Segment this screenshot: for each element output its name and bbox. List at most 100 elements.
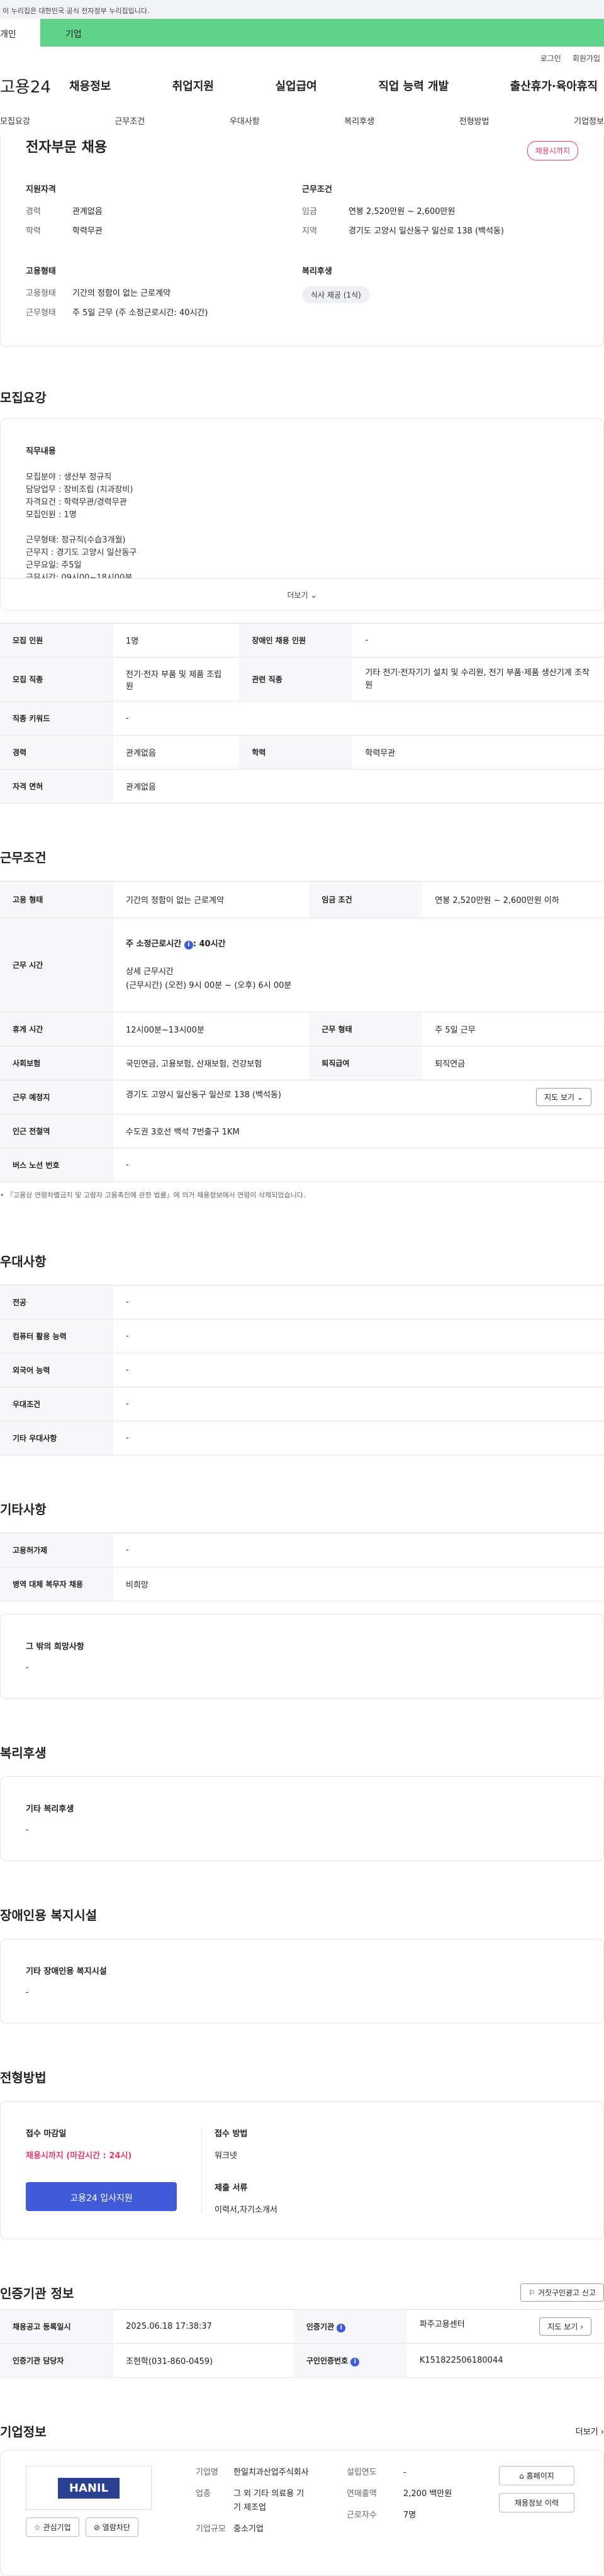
info-icon[interactable]: i	[337, 2323, 346, 2332]
cell-header: 학력	[239, 735, 353, 770]
docs-heading: 제출 서류	[215, 2183, 248, 2193]
table-row: 고용허가제 -	[0, 1533, 604, 1567]
section-heading: 인증기관 정보	[0, 2286, 74, 2301]
section-heading: 우대사항	[0, 1254, 47, 1269]
table-row: 모집 인원 1명 장애인 채용 인원 -	[0, 623, 604, 658]
nav-training[interactable]: 직업 능력 개발	[378, 77, 449, 94]
tab-recruit[interactable]: 모집요강	[0, 115, 30, 126]
chevron-right-icon: ›	[580, 2322, 583, 2331]
cond-heading: 근무조건	[302, 185, 332, 194]
cell: 조현학(031-860-0459)	[113, 2343, 294, 2378]
desc-line: 근무지 : 경기도 고양시 일산동구	[26, 548, 137, 557]
tab-company[interactable]: 기업정보	[574, 115, 604, 126]
cell-header: 병역 대체 복무자 채용	[0, 1567, 113, 1601]
info-icon[interactable]: i	[350, 2357, 360, 2366]
home-icon: ⌂	[519, 2472, 524, 2480]
work-table: 고용 형태 기간의 정함이 없는 근로계약 임금 조건 연봉 2,520만원 ~ 2…	[0, 881, 604, 1182]
value: 중소기업	[233, 2524, 264, 2534]
benefit-value: -	[26, 1825, 29, 1835]
tab-benefit[interactable]: 복리후생	[344, 115, 374, 126]
site-logo[interactable]: 고용24	[0, 74, 69, 98]
weekly-hours-value: : 40시간	[193, 939, 226, 949]
age-note: • 『고용상 연령차별금지 및 고령자 고용촉진에 관한 법률』에 의거 채용정…	[0, 1191, 306, 1199]
tab-individual[interactable]: 개인	[0, 19, 40, 47]
job-title: 전자부문 채용	[26, 140, 108, 155]
cell: -	[113, 1353, 604, 1387]
cell-header: 근무 형태	[309, 1012, 423, 1046]
detail-hours-label: 상세 근무시간	[126, 966, 174, 977]
nav-unemployment-benefit[interactable]: 실업급여	[276, 77, 317, 94]
main-nav: 고용24 채용정보 취업지원 실업급여 직업 능력 개발 출산휴가·육아휴직	[0, 67, 604, 104]
fav-button[interactable]: ☆ 관심기업	[26, 2517, 79, 2537]
nav-employment-support[interactable]: 취업지원	[172, 77, 214, 94]
cell-header: 장애인 채용 인원	[239, 623, 353, 658]
table-row: 휴게 시간 12시00분~13시00분 근무 형태 주 5일 근무	[0, 1012, 604, 1046]
apply-button[interactable]: 고용24 입사지원	[26, 2182, 177, 2211]
cell: 국민연금, 고용보험, 산재보험, 건강보험	[113, 1046, 310, 1080]
join-link[interactable]: 회원가입	[573, 53, 600, 67]
map-button[interactable]: 지도 보기 ›	[539, 2317, 591, 2336]
tab-corporate[interactable]: 기업	[40, 19, 604, 47]
cell: 관계없음	[113, 735, 240, 770]
summary-card: 전자부문 채용 채용시까지 지원자격 경력 관계없음 학력 학력무관 고용형태 고용…	[0, 136, 604, 347]
cell: 기타 전기·전자기기 설치 및 수리원, 전기 부품·제품 생산기계 조작원	[352, 657, 604, 702]
cell-header: 기타 우대사항	[0, 1421, 113, 1455]
tab-selection[interactable]: 전형방법	[459, 115, 489, 126]
selection-card: 접수 마감일 채용시까지 (마감시간 : 24시) 고용24 입사지원 접수 방…	[0, 2101, 604, 2239]
label: 경력	[26, 207, 41, 216]
history-button[interactable]: 채용정보 이력	[499, 2493, 574, 2512]
company-logo: HANIL	[26, 2466, 152, 2510]
nav-jobs[interactable]: 채용정보	[69, 77, 111, 94]
desc-line: 담당업무 : 장비조립 (치과장비)	[26, 485, 133, 495]
value: 한일치과산업주식회사	[233, 2468, 309, 2477]
desc-line: 근무형태: 정규직(수습3개월)	[26, 535, 126, 545]
value: 2,200 백만원	[403, 2489, 452, 2499]
table-row: 자격 면허 관계없음	[0, 769, 604, 804]
cell: 관계없음	[113, 769, 604, 804]
section-heading: 전형방법	[0, 2070, 47, 2085]
cell: -	[352, 623, 604, 658]
map-button[interactable]: 지도 보기 ⌄	[536, 1088, 591, 1106]
status-badge: 채용시까지	[527, 141, 578, 160]
login-link[interactable]: 로그인	[540, 53, 561, 67]
disability-value: -	[26, 1988, 29, 1997]
label: 근로자수	[347, 2511, 377, 2520]
more-button[interactable]: 더보기 ⌄	[1, 578, 603, 610]
info-icon[interactable]: i	[184, 940, 193, 949]
cell: 퇴직연금	[422, 1046, 604, 1080]
cert-section: 인증기관 정보 ⚐ 거짓구인광고 신고 채용공고 등록일시 2025.06.18 …	[0, 2283, 604, 2378]
tab-work[interactable]: 근무조건	[115, 115, 145, 126]
cell: 주 5일 근무	[422, 1012, 604, 1046]
benefit-section: 복리후생 기타 복리후생 -	[0, 1743, 604, 1861]
cell: 12시00분~13시00분	[113, 1012, 310, 1046]
value: 경기도 고양시 일산동구 일산로 138 (백석동)	[349, 227, 504, 236]
chevron-down-icon: ⌄	[310, 591, 317, 600]
value: 관계없음	[72, 207, 103, 216]
cell-header: 버스 노선 번호	[0, 1148, 113, 1182]
cell-header: 자격 면허	[0, 769, 113, 804]
label: 설립연도	[347, 2468, 377, 2477]
value: 연봉 2,520만원 ~ 2,600만원	[349, 207, 456, 216]
block-button[interactable]: ⊘ 열람차단	[85, 2517, 138, 2537]
table-row: 경력 관계없음 학력 학력무관	[0, 735, 604, 770]
cell: -	[113, 1387, 604, 1421]
more-link[interactable]: 더보기 ›	[576, 2425, 604, 2437]
map-label: 지도 보기	[547, 2322, 578, 2331]
homepage-button[interactable]: ⌂ 홈페이지	[499, 2466, 574, 2485]
section-heading: 기타사항	[0, 1502, 47, 1517]
cell-header: 고용 형태	[0, 881, 113, 918]
report-button[interactable]: ⚐ 거짓구인광고 신고	[520, 2283, 604, 2302]
table-row: 버스 노선 번호 -	[0, 1148, 604, 1182]
cell: 수도권 3호선 백석 7번출구 1KM	[113, 1114, 604, 1148]
cell-header: 인증기관	[306, 2322, 335, 2331]
recruit-table: 모집 인원 1명 장애인 채용 인원 - 모집 직종 전기·전자 부품 및 제품 조립…	[0, 623, 604, 804]
section-heading: 복리후생	[0, 1745, 47, 1761]
cell: -	[113, 701, 604, 736]
emp-heading: 고용형태	[26, 267, 56, 276]
nav-leave[interactable]: 출산휴가·육아휴직	[510, 77, 598, 94]
tab-pref[interactable]: 우대사항	[230, 115, 260, 126]
disability-heading: 기타 장애인용 복지시설	[26, 1967, 107, 1976]
cell-header: 구인인증번호	[306, 2356, 349, 2365]
pref-section: 우대사항 전공 - 컴퓨터 활용 능력 - 외국어 능력 - 우대조건 - 기타 우대사…	[0, 1252, 604, 1455]
deadline-heading: 접수 마감일	[26, 2129, 67, 2139]
